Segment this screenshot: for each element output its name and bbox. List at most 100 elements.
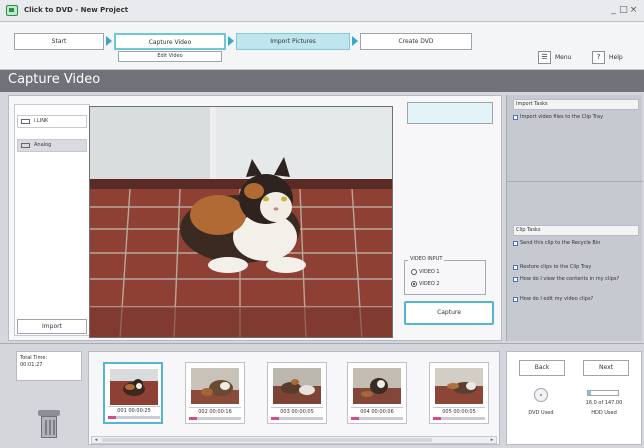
clip-progress-bar [351, 417, 403, 420]
radio-video-2-circle[interactable] [411, 281, 417, 287]
tasks-panel: Import Tasks Import video files to the C… [506, 95, 643, 341]
radio-video-1[interactable]: VIDEO 1 [411, 269, 440, 275]
clip-thumbnail [110, 369, 158, 405]
wizard-bar: Start Capture Video Edit Video Import Pi… [0, 22, 644, 70]
total-time-box: Total Time: 00:01:27 [16, 351, 82, 381]
page-banner: Capture Video [0, 70, 644, 92]
clip-timecode: 002 00:00:16 [189, 407, 241, 415]
analog-icon [21, 143, 30, 148]
task-restore-clips[interactable]: Restore clips to the Clip Tray [513, 264, 639, 271]
task-link-label: Send this clip to the Recycle Bin [520, 240, 601, 246]
video-input-group: VIDEO INPUT VIDEO 1 VIDEO 2 [404, 256, 486, 295]
step-create-dvd[interactable]: Create DVD [360, 33, 472, 50]
radio-video-1-circle[interactable] [411, 269, 417, 275]
clip-timecode: 004 00:00:06 [351, 407, 403, 415]
total-time-value: 00:01:27 [20, 362, 43, 368]
source-list: i.LINK Analog Import [14, 104, 90, 336]
task-link-icon [513, 297, 518, 302]
task-link-icon [513, 241, 518, 246]
capture-button[interactable]: Capture [404, 301, 494, 325]
title-bar: Click to DVD - New Project _ □ × [0, 0, 644, 22]
audio-level-display [407, 102, 493, 124]
page-title: Capture Video [8, 72, 101, 87]
navigation-panel: Back Next DVD Used 16.0 of 147.00 HDD Us… [506, 351, 642, 445]
clip-thumbnail [353, 368, 401, 404]
scroll-right-icon[interactable]: ▸ [488, 437, 496, 443]
clip-tray: 001 00:00:25 002 00:00:16 003 00:00:05 0… [88, 351, 500, 445]
task-link-icon [513, 265, 518, 270]
step-capture-video[interactable]: Capture Video [114, 33, 226, 50]
task-import-video-files[interactable]: Import video files to the Clip Tray [513, 114, 639, 121]
next-button[interactable]: Next [583, 360, 629, 376]
substep-edit-video[interactable]: Edit Video [118, 51, 222, 62]
scroll-left-icon[interactable]: ◂ [92, 437, 100, 443]
clip-item-1[interactable]: 001 00:00:25 [103, 362, 163, 424]
recycle-bin-icon[interactable] [38, 410, 60, 440]
task-link-label: Restore clips to the Clip Tray [520, 264, 592, 270]
ilink-icon [21, 119, 30, 124]
hdd-used-label: HDD Used [591, 410, 617, 416]
clip-timecode: 005 00:00:05 [433, 407, 485, 415]
video-preview [89, 106, 393, 338]
clip-progress-bar [433, 417, 485, 420]
clip-progress-bar [108, 416, 160, 419]
hdd-usage-meter [587, 390, 619, 396]
source-item-ilink[interactable]: i.LINK [17, 115, 87, 128]
dvd-used-label: DVD Used [528, 410, 554, 416]
radio-video-2-label: VIDEO 2 [419, 281, 440, 287]
menu-icon: ☰ [538, 51, 551, 64]
clip-item-5[interactable]: 005 00:00:05 [429, 362, 489, 424]
task-send-to-recycle-bin[interactable]: Send this clip to the Recycle Bin [513, 240, 639, 247]
clip-item-3[interactable]: 003 00:00:05 [267, 362, 327, 424]
menu-label: Menu [555, 54, 572, 61]
import-button[interactable]: Import [17, 319, 87, 334]
close-icon[interactable]: × [628, 4, 639, 16]
scrollbar-thumb[interactable] [102, 438, 432, 442]
source-item-label: Analog [34, 142, 52, 148]
hdd-value: 16.0 of 147.00 [585, 400, 623, 406]
help-button[interactable]: ? Help [592, 49, 623, 66]
clip-timecode: 001 00:00:25 [108, 406, 160, 414]
step-arrow-icon [352, 36, 358, 46]
clip-progress-bar [271, 417, 323, 420]
import-tasks-title: Import Tasks [513, 99, 639, 110]
app-icon [6, 5, 18, 16]
total-time-label: Total Time: [20, 355, 48, 361]
clip-item-4[interactable]: 004 00:00:06 [347, 362, 407, 424]
help-label: Help [609, 54, 623, 61]
task-link-label: How do I view the contents in my clips? [520, 276, 620, 282]
video-frame-image [90, 107, 392, 337]
source-item-analog[interactable]: Analog [17, 139, 87, 152]
source-item-label: i.LINK [34, 118, 49, 124]
clip-thumbnail [435, 368, 483, 404]
radio-video-2[interactable]: VIDEO 2 [411, 281, 440, 287]
video-input-title: VIDEO INPUT [408, 256, 445, 262]
task-link-icon [513, 277, 518, 282]
task-edit-video-clips[interactable]: How do I edit my video clips? [513, 296, 639, 303]
step-arrow-icon [228, 36, 234, 46]
menu-button[interactable]: ☰ Menu [538, 49, 571, 66]
clip-progress-bar [189, 417, 241, 420]
clip-item-2[interactable]: 002 00:00:16 [185, 362, 245, 424]
help-icon: ? [592, 51, 605, 64]
clip-thumbnail [273, 368, 321, 404]
back-button[interactable]: Back [519, 360, 565, 376]
task-link-label: Import video files to the Clip Tray [520, 114, 604, 120]
clip-tray-scrollbar[interactable]: ◂ ▸ [91, 436, 497, 444]
bottom-area: Total Time: 00:01:27 001 00:00:25 002 00… [0, 343, 644, 448]
step-import-pictures[interactable]: Import Pictures [236, 33, 350, 50]
window-title: Click to DVD - New Project [24, 6, 129, 14]
task-link-icon [513, 115, 518, 120]
task-link-label: How do I edit my video clips? [520, 296, 594, 302]
hdd-usage-fill [588, 391, 592, 395]
clip-tasks-title: Clip Tasks [513, 225, 639, 236]
task-view-clip-contents[interactable]: How do I view the contents in my clips? [513, 276, 639, 283]
clip-timecode: 003 00:00:05 [271, 407, 323, 415]
radio-video-1-label: VIDEO 1 [419, 269, 440, 275]
dvd-disc-icon [534, 388, 548, 402]
step-arrow-icon [106, 36, 112, 46]
tasks-divider [507, 181, 643, 182]
clip-thumbnail [191, 368, 239, 404]
capture-panel: i.LINK Analog Import VIDEO INPUT VIDEO 1… [8, 95, 502, 341]
step-start[interactable]: Start [14, 33, 104, 50]
